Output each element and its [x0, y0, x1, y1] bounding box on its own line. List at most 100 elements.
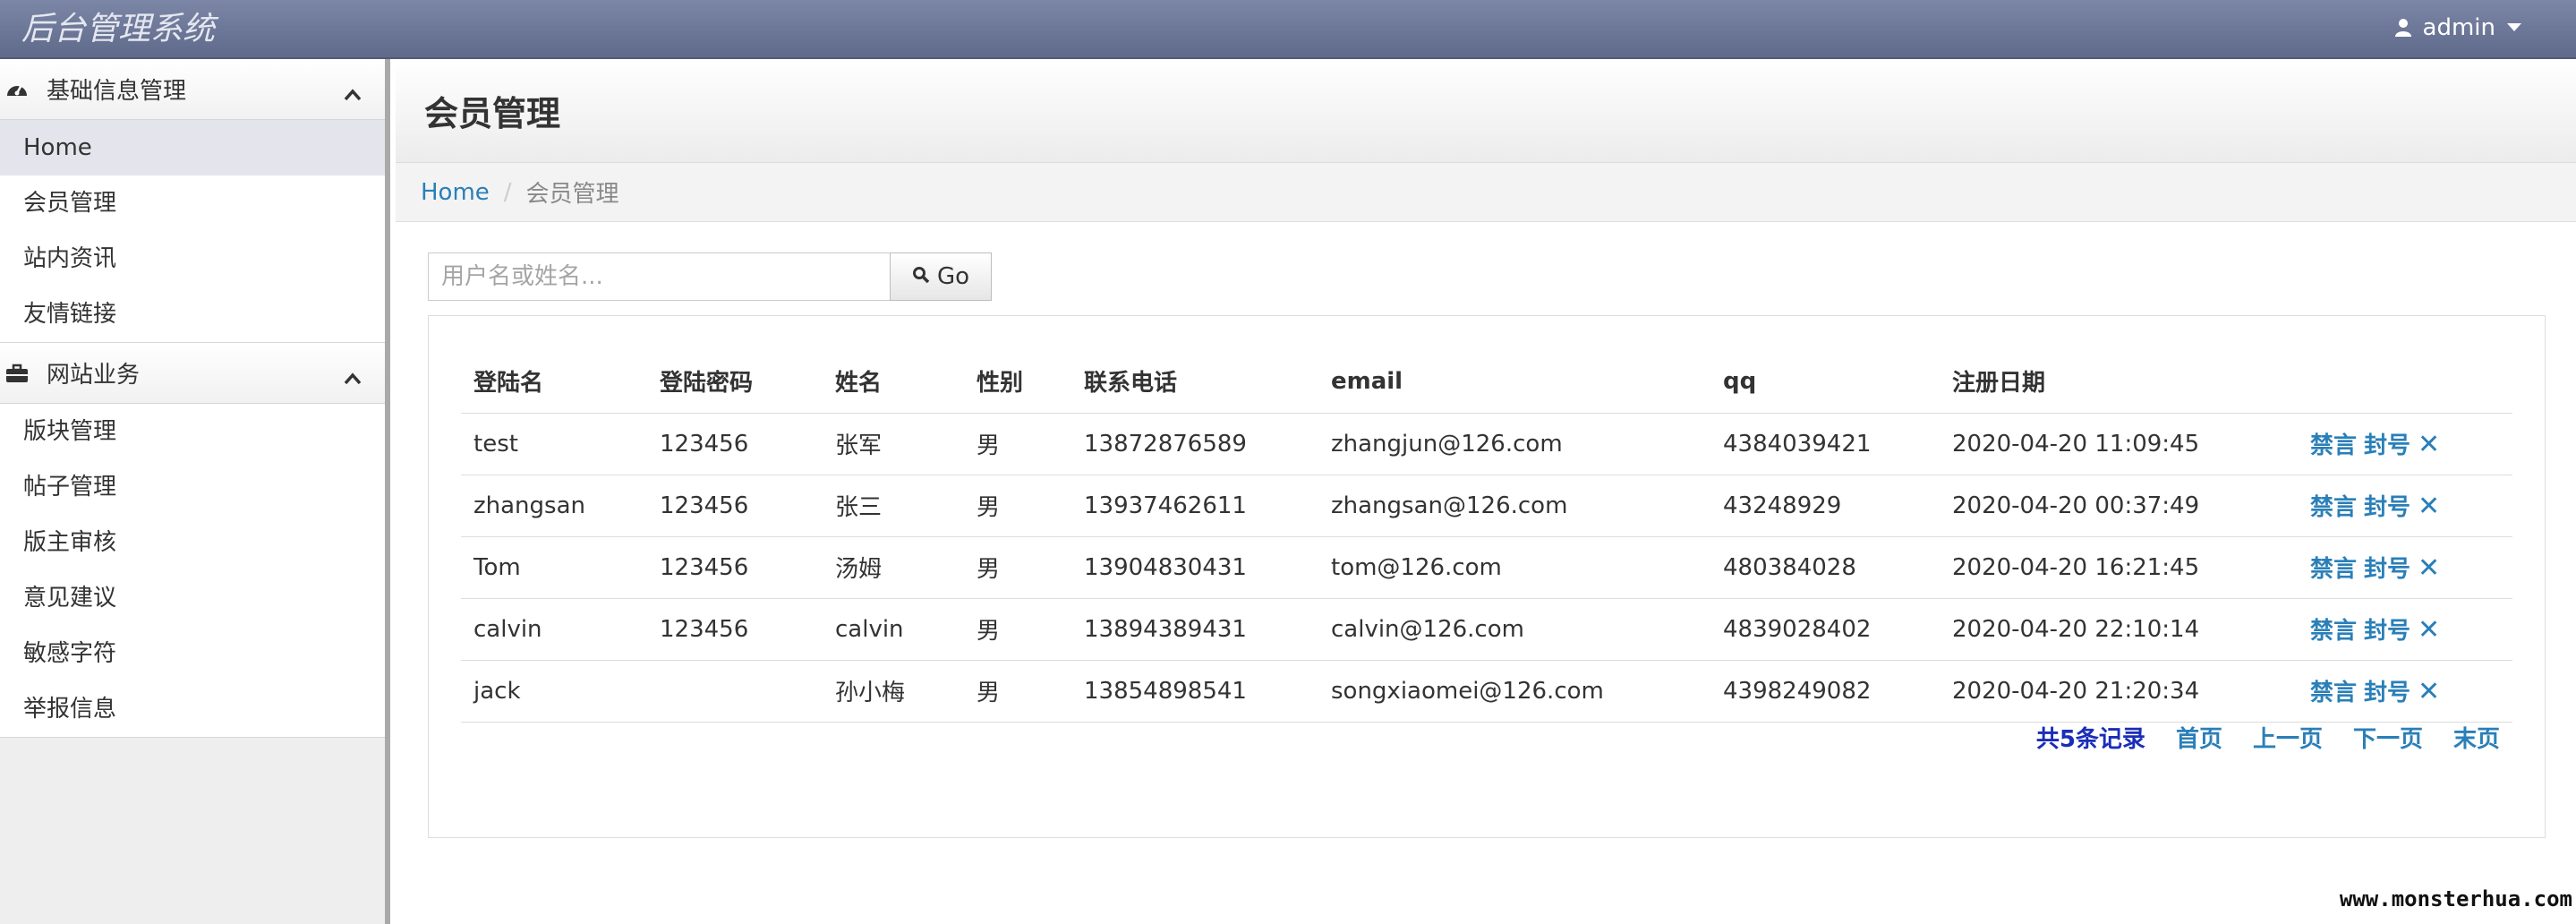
members-panel: 登陆名 登陆密码 姓名 性别 联系电话 email qq 注册日期 test 1…: [428, 315, 2546, 838]
sidebar-item-boards[interactable]: 版块管理: [0, 404, 385, 459]
cell-password: 123456: [647, 536, 823, 599]
user-icon: [2394, 18, 2412, 38]
caret-down-icon: [2506, 22, 2522, 33]
cell-name: 张三: [823, 475, 964, 537]
sidebar-item-sensitive-words[interactable]: 敏感字符: [0, 626, 385, 681]
cell-gender: 男: [964, 598, 1071, 661]
go-label: Go: [936, 263, 970, 290]
pagination-next-link[interactable]: 下一页: [2353, 721, 2423, 754]
ban-link[interactable]: 封号: [2364, 432, 2410, 459]
sidebar-item-posts[interactable]: 帖子管理: [0, 459, 385, 515]
column-header: email: [1318, 350, 1710, 414]
ban-link[interactable]: 封号: [2364, 494, 2410, 521]
cell-gender: 男: [964, 475, 1071, 537]
delete-icon[interactable]: ✕: [2418, 614, 2440, 646]
cell-phone: 13904830431: [1071, 536, 1318, 599]
members-table: 登陆名 登陆密码 姓名 性别 联系电话 email qq 注册日期 test 1…: [461, 350, 2512, 723]
cell-actions: 禁言 封号 ✕: [2298, 660, 2512, 723]
mute-link[interactable]: 禁言: [2310, 432, 2357, 459]
sidebar-item-home[interactable]: Home: [0, 120, 385, 175]
pagination-prev-link[interactable]: 上一页: [2253, 721, 2323, 754]
cell-name: 孙小梅: [823, 660, 964, 723]
sidebar-item-feedback[interactable]: 意见建议: [0, 570, 385, 626]
page-title: 会员管理: [424, 94, 561, 133]
cell-actions: 禁言 封号 ✕: [2298, 413, 2512, 475]
delete-icon[interactable]: ✕: [2418, 429, 2440, 460]
sidebar: 基础信息管理 Home 会员管理 站内资讯 友情链接 网站业务 版块管理 帖子管…: [0, 59, 390, 924]
breadcrumb-current: 会员管理: [525, 181, 619, 208]
cell-date: 2020-04-20 11:09:45: [1940, 413, 2298, 475]
sidebar-section-site-business[interactable]: 网站业务: [0, 343, 385, 404]
username: admin: [2422, 14, 2495, 41]
cell-qq: 4384039421: [1710, 413, 1940, 475]
cell-login: Tom: [461, 536, 647, 599]
cell-email: zhangsan@126.com: [1318, 475, 1710, 537]
cell-qq: 4398249082: [1710, 660, 1940, 723]
sidebar-item-reports[interactable]: 举报信息: [0, 681, 385, 737]
sidebar-section-title: 网站业务: [47, 362, 141, 389]
pagination: 共5条记录 首页 上一页 下一页 末页: [2036, 721, 2500, 754]
search-icon: [912, 263, 930, 290]
cell-name: 汤姆: [823, 536, 964, 599]
search-go-button[interactable]: Go: [890, 252, 992, 301]
cell-password: [647, 660, 823, 723]
top-navbar: 后台管理系统 admin: [0, 0, 2576, 59]
sidebar-list-basic-info: Home 会员管理 站内资讯 友情链接: [0, 120, 385, 343]
ban-link[interactable]: 封号: [2364, 618, 2410, 645]
sidebar-item-links[interactable]: 友情链接: [0, 287, 385, 342]
ban-link[interactable]: 封号: [2364, 680, 2410, 706]
pagination-total: 共5条记录: [2035, 726, 2145, 753]
mute-link[interactable]: 禁言: [2310, 618, 2357, 645]
user-menu[interactable]: admin: [2394, 0, 2522, 56]
delete-icon[interactable]: ✕: [2418, 552, 2440, 584]
cell-phone: 13894389431: [1071, 598, 1318, 661]
pagination-first-link[interactable]: 首页: [2176, 721, 2222, 754]
cell-date: 2020-04-20 00:37:49: [1940, 475, 2298, 537]
cell-actions: 禁言 封号 ✕: [2298, 598, 2512, 661]
sidebar-item-members[interactable]: 会员管理: [0, 175, 385, 231]
cell-phone: 13872876589: [1071, 413, 1318, 475]
chevron-up-icon[interactable]: [344, 81, 362, 107]
breadcrumb-separator: /: [503, 178, 512, 206]
cell-name: 张军: [823, 413, 964, 475]
mute-link[interactable]: 禁言: [2310, 556, 2357, 583]
column-header: 登陆名: [461, 350, 647, 414]
cell-email: songxiaomei@126.com: [1318, 660, 1710, 723]
delete-icon[interactable]: ✕: [2418, 676, 2440, 707]
cell-password: 123456: [647, 413, 823, 475]
sidebar-section-title: 基础信息管理: [47, 78, 187, 105]
mute-link[interactable]: 禁言: [2310, 680, 2357, 706]
table-row: calvin 123456 calvin 男 13894389431 calvi…: [461, 598, 2512, 661]
briefcase-icon: [5, 362, 29, 385]
cell-gender: 男: [964, 413, 1071, 475]
breadcrumb-home-link[interactable]: Home: [421, 179, 490, 206]
delete-icon[interactable]: ✕: [2418, 491, 2440, 522]
sidebar-list-site-business: 版块管理 帖子管理 版主审核 意见建议 敏感字符 举报信息: [0, 404, 385, 738]
app-title: 后台管理系统: [21, 11, 216, 47]
cell-name: calvin: [823, 598, 964, 661]
breadcrumb: Home / 会员管理: [396, 163, 2576, 222]
cell-date: 2020-04-20 22:10:14: [1940, 598, 2298, 661]
table-row: jack 孙小梅 男 13854898541 songxiaomei@126.c…: [461, 660, 2512, 723]
mute-link[interactable]: 禁言: [2310, 494, 2357, 521]
main-content: 会员管理 Home / 会员管理 Go 登陆名 登陆密码 姓名: [396, 59, 2576, 924]
cell-email: tom@126.com: [1318, 536, 1710, 599]
table-row: zhangsan 123456 张三 男 13937462611 zhangsa…: [461, 475, 2512, 537]
cell-password: 123456: [647, 475, 823, 537]
table-header-row: 登陆名 登陆密码 姓名 性别 联系电话 email qq 注册日期: [461, 350, 2512, 414]
pagination-last-link[interactable]: 末页: [2453, 721, 2500, 754]
cell-actions: 禁言 封号 ✕: [2298, 536, 2512, 599]
cell-phone: 13937462611: [1071, 475, 1318, 537]
cell-qq: 4839028402: [1710, 598, 1940, 661]
sidebar-item-news[interactable]: 站内资讯: [0, 231, 385, 287]
sidebar-section-basic-info[interactable]: 基础信息管理: [0, 59, 385, 120]
ban-link[interactable]: 封号: [2364, 556, 2410, 583]
column-header: 注册日期: [1940, 350, 2298, 414]
column-header: 联系电话: [1071, 350, 1318, 414]
search-input[interactable]: [428, 252, 890, 301]
column-header: 性别: [964, 350, 1071, 414]
sidebar-item-moderator-review[interactable]: 版主审核: [0, 515, 385, 570]
chevron-up-icon[interactable]: [344, 364, 362, 391]
cell-login: calvin: [461, 598, 647, 661]
cell-email: zhangjun@126.com: [1318, 413, 1710, 475]
